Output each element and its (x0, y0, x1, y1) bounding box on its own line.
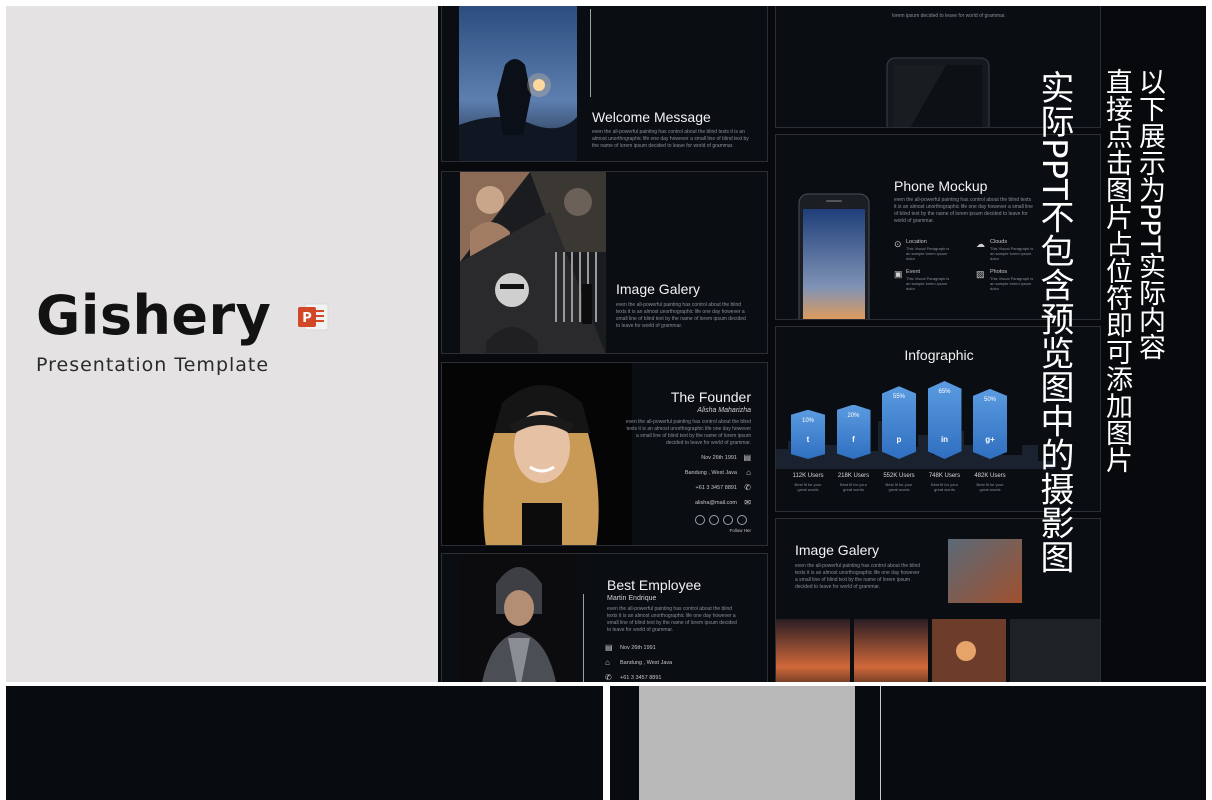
employee-location: Bandung , West Java (620, 660, 673, 666)
pinterest-icon: p (896, 435, 902, 444)
calendar-icon: ▤ (743, 453, 751, 462)
tablet-mockup (886, 57, 990, 127)
infographic-note: Best fit for your great words (976, 482, 1004, 492)
phone-icon: ✆ (605, 673, 612, 682)
portrait-collage (460, 172, 606, 353)
feature-label: Clouds (990, 239, 1008, 245)
cloud-icon: ☁ (976, 239, 985, 249)
googleplus-icon[interactable] (723, 515, 733, 525)
ppt-letter: P (302, 311, 312, 326)
infographic-value: 55% (892, 394, 905, 401)
linkedin-icon: in (940, 435, 949, 444)
divider-line (880, 686, 881, 800)
founder-name: Alisha Maharizha (697, 407, 751, 414)
twitter-icon: t (806, 435, 810, 444)
calendar-icon: ▤ (605, 643, 613, 652)
infographic-note: Best fit for your great words (885, 482, 913, 492)
phone-mockup (798, 193, 870, 319)
infographic-value: 65% (938, 389, 951, 395)
infographic-users: 482K Users (974, 473, 1006, 479)
note-actual-content: 以下展示为PPT实际内容 (1134, 68, 1165, 361)
calendar-icon: ▣ (894, 269, 903, 279)
infographic-users: 748K Users (928, 473, 961, 479)
infographic-users: 218K Users (837, 473, 870, 479)
image-placeholder[interactable] (639, 686, 855, 800)
note-add-image: 直接点击图片占位符即可添加图片 (1101, 68, 1132, 473)
googleplus-icon: g+ (985, 435, 995, 444)
slide-title: Best Employee (607, 577, 702, 593)
infographic-note: Best fit for your great words (840, 482, 867, 492)
infographic-value: 50% (983, 396, 996, 403)
feature-text: This Visual Paragraph is an sample lorem… (906, 276, 950, 291)
powerpoint-icon: P (298, 303, 329, 331)
feature-text: This Visual Paragraph is an sample lorem… (990, 276, 1034, 291)
slide-welcome[interactable]: Welcome Message even the all-powerful pa… (441, 6, 768, 162)
slide-body: even the all-powerful painting has contr… (607, 606, 737, 633)
slide-title: Welcome Message (592, 109, 711, 125)
slide-title: Phone Mockup (894, 178, 988, 194)
image-icon: ▨ (976, 269, 985, 279)
founder-photo (442, 363, 632, 545)
location-icon: ⊙ (894, 239, 902, 249)
feature-label: Event (906, 269, 921, 275)
slide-body: even the all-powerful painting has contr… (894, 197, 1033, 224)
employee-date: Nov 26th 1991 (620, 645, 656, 651)
feature-text: This Visual Paragraph is an sample lorem… (906, 246, 950, 261)
home-icon: ⌂ (605, 658, 610, 667)
follow-label: Follow Her (729, 528, 751, 533)
employee-name: Martin Endrique (607, 595, 657, 602)
slide-body: even the all-powerful painting has contr… (616, 302, 746, 329)
social-icons (695, 515, 751, 527)
divider-line (590, 9, 591, 97)
brand-subtitle: Presentation Template (36, 354, 270, 376)
brand-title: Gishery (36, 284, 272, 347)
note-no-photos: 实际PPT不包含预览图中的摄影图 (1034, 70, 1074, 574)
feature-text: This Visual Paragraph is an sample lorem… (990, 246, 1034, 261)
lantern-photo (459, 6, 577, 161)
slide-body: even the all-powerful painting has contr… (592, 129, 749, 149)
cover-panel: Gishery Presentation Template P (6, 6, 438, 682)
slide-galery-portraits[interactable]: Image Galery even the all-powerful paint… (441, 171, 768, 354)
infographic-value: 20% (847, 412, 860, 419)
employee-photo (460, 554, 578, 682)
slide-title: Image Galery (616, 281, 701, 297)
slide-body: even the all-powerful painting has contr… (625, 419, 751, 446)
mail-icon: ✉ (744, 498, 751, 507)
infographic-note: Best fit for your great words (794, 482, 822, 492)
linkedin-icon[interactable] (737, 515, 747, 525)
founder-date: Nov 26th 1991 (701, 455, 737, 461)
founder-location: Bandung , West Java (684, 470, 737, 476)
slide-employee[interactable]: Best Employee Martin Endrique even the a… (441, 553, 768, 682)
infographic-note: Best fit for your great words (931, 482, 958, 492)
home-icon: ⌂ (746, 468, 751, 477)
slide-body: lorem ipsum decided to leave for world o… (892, 13, 1006, 19)
founder-email: alisha@mail.com (695, 500, 737, 506)
preview-frame: Gishery Presentation Template P Welcome … (6, 6, 1206, 682)
phone-icon: ✆ (744, 483, 751, 492)
vimeo-icon[interactable] (709, 515, 719, 525)
feature-label: Location (906, 239, 927, 245)
slide-title: The Founder (670, 389, 751, 405)
infographic-value: 10% (801, 417, 814, 424)
slide-founder[interactable]: The Founder Alisha Maharizha even the al… (441, 362, 768, 546)
twitter-icon[interactable] (695, 515, 705, 525)
facebook-icon: f (852, 435, 855, 444)
next-preview-left (6, 686, 603, 800)
next-preview-right (610, 686, 1206, 800)
infographic-users: 112K Users (792, 473, 824, 479)
employee-phone: +61 3 3457 8891 (620, 675, 662, 681)
founder-phone: +61 3 3457 8891 (695, 485, 737, 491)
infographic-users: 552K Users (883, 473, 915, 479)
feature-label: Photos (990, 269, 1008, 275)
divider-line (583, 594, 584, 682)
